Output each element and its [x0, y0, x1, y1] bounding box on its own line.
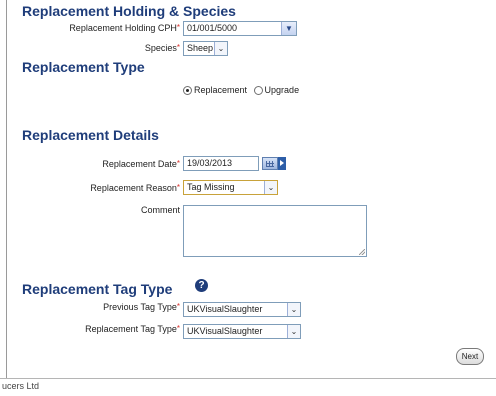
- reason-label-text: Replacement Reason: [90, 183, 177, 193]
- resize-grip-icon[interactable]: [359, 249, 365, 255]
- date-label: Replacement Date*: [102, 159, 180, 169]
- chevron-down-icon[interactable]: ▼: [281, 22, 296, 35]
- left-divider: [6, 0, 7, 378]
- radio-replacement-button[interactable]: [183, 86, 192, 95]
- cph-label-text: Replacement Holding CPH: [69, 23, 177, 33]
- species-value: Sheep: [187, 43, 214, 53]
- comment-label: Comment: [140, 205, 180, 215]
- replacement-form-page: Replacement Holding & Species Replacemen…: [0, 0, 496, 396]
- details-section-heading: Replacement Details: [22, 127, 159, 143]
- reason-label: Replacement Reason*: [90, 183, 180, 193]
- type-section-heading: Replacement Type: [22, 59, 145, 75]
- reason-required-marker: *: [176, 183, 180, 192]
- calendar-grid: [266, 161, 274, 167]
- previous-tag-label: Previous Tag Type*: [103, 302, 180, 312]
- tag-section-heading: Replacement Tag Type: [22, 281, 173, 297]
- help-icon[interactable]: ?: [195, 279, 208, 292]
- footer-text: ucers Ltd: [2, 381, 40, 391]
- replacement-tag-type-select[interactable]: UKVisualSlaughter ⌄: [183, 324, 301, 339]
- reason-value: Tag Missing: [187, 182, 235, 192]
- radio-upgrade-button[interactable]: [253, 86, 263, 95]
- replacement-tag-label-text: Replacement Tag Type: [85, 324, 177, 334]
- species-label-text: Species: [144, 43, 177, 53]
- select-arrow-icon: ⌄: [264, 181, 277, 194]
- calendar-icon[interactable]: [262, 157, 278, 170]
- replacement-date-input[interactable]: 19/03/2013: [183, 156, 259, 171]
- cph-required-marker: *: [176, 23, 180, 32]
- species-select[interactable]: Sheep ⌄: [183, 41, 228, 56]
- species-required-marker: *: [176, 43, 180, 52]
- holding-section-heading: Replacement Holding & Species: [22, 3, 236, 19]
- date-label-text: Replacement Date: [102, 159, 177, 169]
- replacement-tag-required-marker: *: [176, 324, 180, 333]
- next-button[interactable]: Next: [456, 348, 484, 365]
- replacement-reason-select[interactable]: Tag Missing ⌄: [183, 180, 278, 195]
- species-label: Species*: [145, 43, 180, 53]
- select-arrow-icon: ⌄: [287, 325, 300, 338]
- date-value: 19/03/2013: [187, 158, 233, 168]
- radio-upgrade-label: Upgrade: [264, 85, 300, 95]
- comment-textarea[interactable]: [183, 205, 367, 257]
- previous-tag-type-select[interactable]: UKVisualSlaughter ⌄: [183, 302, 301, 317]
- replacement-tag-value: UKVisualSlaughter: [187, 326, 263, 336]
- previous-tag-label-text: Previous Tag Type: [103, 302, 177, 312]
- radio-replacement-label: Replacement: [194, 85, 248, 95]
- radio-replacement[interactable]: Replacement: [183, 85, 247, 95]
- select-arrow-icon: ⌄: [287, 303, 300, 316]
- play-icon[interactable]: [278, 157, 286, 170]
- select-arrow-icon: ⌄: [214, 42, 227, 55]
- cph-value: 01/001/5000: [187, 23, 238, 33]
- previous-tag-value: UKVisualSlaughter: [187, 304, 263, 314]
- previous-tag-required-marker: *: [176, 302, 180, 311]
- date-required-marker: *: [176, 159, 180, 168]
- radio-upgrade[interactable]: Upgrade: [253, 85, 300, 95]
- replacement-tag-label: Replacement Tag Type*: [85, 324, 180, 334]
- replacement-type-radio-group: Replacement Upgrade: [183, 85, 303, 95]
- cph-combobox[interactable]: 01/001/5000 ▼: [183, 21, 297, 36]
- cph-label: Replacement Holding CPH*: [69, 23, 180, 33]
- footer-divider: [0, 378, 496, 379]
